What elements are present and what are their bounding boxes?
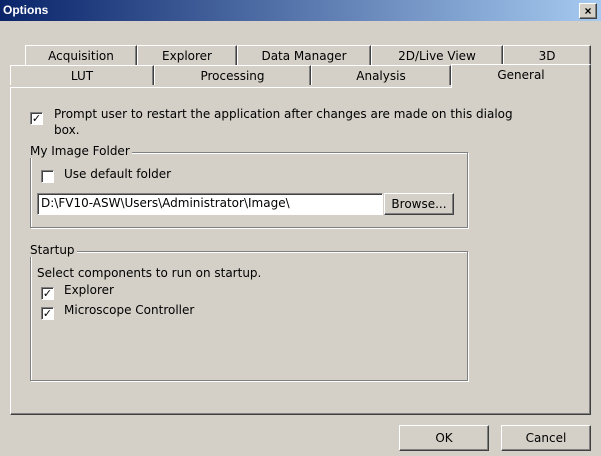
tab-analysis[interactable]: Analysis bbox=[311, 65, 451, 85]
use-default-folder-label: Use default folder bbox=[64, 167, 172, 181]
options-dialog: Options × Acquisition Explorer Data Mana… bbox=[0, 0, 601, 456]
general-tab-panel: ✓ Prompt user to restart the application… bbox=[10, 87, 591, 415]
close-button[interactable]: × bbox=[579, 3, 597, 19]
tab-processing[interactable]: Processing bbox=[154, 65, 311, 85]
close-icon[interactable]: × bbox=[584, 4, 591, 18]
tab-general[interactable]: General bbox=[451, 64, 591, 88]
image-folder-legend: My Image Folder bbox=[28, 144, 132, 158]
startup-description: Select components to run on startup. bbox=[37, 266, 262, 280]
prompt-restart-label-cont: box. bbox=[54, 123, 80, 137]
title-bar[interactable]: Options × bbox=[0, 0, 601, 21]
tab-explorer[interactable]: Explorer bbox=[137, 45, 237, 65]
image-folder-group: My Image Folder Use default folder D:\FV… bbox=[28, 144, 468, 228]
ok-button[interactable]: OK bbox=[399, 425, 489, 451]
cancel-button[interactable]: Cancel bbox=[501, 425, 591, 451]
tab-2d-live-view[interactable]: 2D/Live View bbox=[371, 45, 503, 65]
browse-button[interactable]: Browse... bbox=[384, 193, 454, 215]
explorer-startup-checkbox[interactable]: ✓ bbox=[41, 287, 54, 300]
image-folder-path-input[interactable]: D:\FV10-ASW\Users\Administrator\Image\ bbox=[37, 193, 383, 215]
microscope-controller-label: Microscope Controller bbox=[64, 303, 195, 317]
window-title: Options bbox=[3, 3, 49, 17]
tab-acquisition[interactable]: Acquisition bbox=[25, 45, 137, 65]
prompt-restart-checkbox[interactable]: ✓ bbox=[30, 112, 43, 125]
tab-lut[interactable]: LUT bbox=[10, 65, 154, 85]
startup-group: Startup Select components to run on star… bbox=[28, 243, 468, 381]
prompt-restart-label: Prompt user to restart the application a… bbox=[54, 107, 513, 121]
startup-legend: Startup bbox=[28, 243, 77, 257]
use-default-folder-checkbox[interactable] bbox=[41, 170, 54, 183]
microscope-controller-checkbox[interactable]: ✓ bbox=[41, 307, 54, 320]
tab-data-manager[interactable]: Data Manager bbox=[237, 45, 371, 65]
explorer-startup-label: Explorer bbox=[64, 283, 114, 297]
tab-3d[interactable]: 3D bbox=[503, 45, 591, 65]
